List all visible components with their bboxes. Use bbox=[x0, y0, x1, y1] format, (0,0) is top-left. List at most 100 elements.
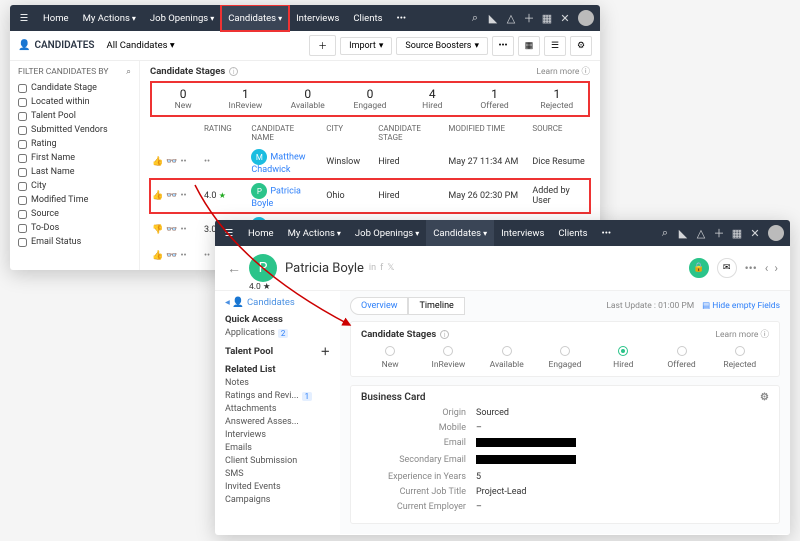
import-button[interactable]: Import ▾ bbox=[340, 37, 392, 55]
add-icon[interactable]: ＋ bbox=[320, 344, 330, 358]
learn-more-link[interactable]: Learn more ⓘ bbox=[536, 65, 590, 77]
plus-icon[interactable]: ＋ bbox=[520, 10, 538, 26]
nav-interviews[interactable]: Interviews bbox=[289, 5, 346, 31]
announce-icon[interactable]: ◣ bbox=[674, 227, 692, 240]
lock-button[interactable]: 🔒 bbox=[689, 258, 709, 278]
filter-option[interactable]: To-Dos bbox=[18, 223, 131, 233]
filter-option[interactable]: Candidate Stage bbox=[18, 83, 131, 93]
nav-clients[interactable]: Clients bbox=[551, 220, 594, 246]
tab-timeline[interactable]: Timeline bbox=[408, 297, 464, 315]
nav-job-openings[interactable]: Job Openings▾ bbox=[348, 220, 426, 246]
related-list-item[interactable]: Campaigns bbox=[225, 495, 330, 505]
tab-overview[interactable]: Overview bbox=[350, 297, 408, 315]
detail-tabs: Overview Timeline Last Update : 01:00 PM… bbox=[350, 297, 780, 315]
grid-view-button[interactable]: ▦ bbox=[518, 36, 540, 56]
nav-job-openings[interactable]: Job Openings▾ bbox=[143, 5, 221, 31]
filter-option[interactable]: Talent Pool bbox=[18, 111, 131, 121]
stage-step[interactable]: InReview bbox=[419, 346, 477, 370]
nav-candidates[interactable]: Candidates▾ bbox=[426, 220, 494, 246]
filter-option[interactable]: Email Status bbox=[18, 237, 131, 247]
related-list-item[interactable]: Client Submission bbox=[225, 456, 330, 466]
stage-pill[interactable]: 1Offered bbox=[463, 87, 525, 111]
hide-empty-toggle[interactable]: ▤ Hide empty Fields bbox=[702, 301, 780, 311]
related-list-item[interactable]: Attachments bbox=[225, 404, 330, 414]
settings-icon[interactable]: ⚙ bbox=[570, 36, 592, 56]
plus-icon[interactable]: ＋ bbox=[710, 225, 728, 241]
related-list-item[interactable]: Emails bbox=[225, 443, 330, 453]
search-icon[interactable]: ⌕ bbox=[126, 67, 131, 77]
info-icon[interactable]: i bbox=[229, 67, 238, 76]
stage-pill[interactable]: 4Hired bbox=[401, 87, 463, 111]
stage-step[interactable]: Offered bbox=[652, 346, 710, 370]
add-button[interactable]: ＋ bbox=[309, 35, 336, 56]
related-list-item[interactable]: Ratings and Revi...1 bbox=[225, 391, 330, 401]
nav-more[interactable]: ••• bbox=[389, 5, 413, 31]
tools-icon[interactable]: ✕ bbox=[746, 227, 764, 240]
nav-home[interactable]: Home bbox=[241, 220, 281, 246]
stage-pill[interactable]: 1InReview bbox=[214, 87, 276, 111]
filter-option[interactable]: Last Name bbox=[18, 167, 131, 177]
user-avatar[interactable] bbox=[578, 10, 594, 26]
announce-icon[interactable]: ◣ bbox=[484, 12, 502, 25]
bell-icon[interactable]: △ bbox=[692, 227, 710, 240]
filter-option[interactable]: First Name bbox=[18, 153, 131, 163]
stage-step[interactable]: Available bbox=[478, 346, 536, 370]
related-list-item[interactable]: Invited Events bbox=[225, 482, 330, 492]
nav-clients[interactable]: Clients bbox=[346, 5, 389, 31]
filter-option[interactable]: Located within bbox=[18, 97, 131, 107]
hamburger-icon[interactable]: ☰ bbox=[221, 228, 237, 239]
source-boosters-button[interactable]: Source Boosters ▾ bbox=[396, 37, 488, 55]
related-list-item[interactable]: Interviews bbox=[225, 430, 330, 440]
table-header: RATING CANDIDATE NAME CITY CANDIDATE STA… bbox=[150, 121, 590, 145]
tools-icon[interactable]: ✕ bbox=[556, 12, 574, 25]
table-row[interactable]: 👍👓••4.0 ★PPatricia BoyleOhioHiredMay 26 … bbox=[150, 179, 590, 213]
detail-sidebar: ◂ 👤 Candidates Quick Access Applications… bbox=[215, 291, 340, 534]
calendar-icon[interactable]: ▦ bbox=[538, 12, 556, 25]
nav-home[interactable]: Home bbox=[36, 5, 76, 31]
filter-option[interactable]: Modified Time bbox=[18, 195, 131, 205]
next-record[interactable]: › bbox=[774, 261, 778, 275]
info-icon[interactable]: i bbox=[440, 330, 449, 339]
stage-step[interactable]: Hired bbox=[594, 346, 652, 370]
bell-icon[interactable]: △ bbox=[502, 12, 520, 25]
nav-my-actions[interactable]: My Actions▾ bbox=[281, 220, 348, 246]
more-actions-button[interactable]: ••• bbox=[492, 36, 514, 56]
list-view-button[interactable]: ☰ bbox=[544, 36, 566, 56]
related-list-item[interactable]: Answered Asses... bbox=[225, 417, 330, 427]
filter-option[interactable]: City bbox=[18, 181, 131, 191]
applications-link[interactable]: Applications2 bbox=[225, 328, 330, 338]
stage-pill[interactable]: 1Rejected bbox=[526, 87, 588, 111]
stage-pill[interactable]: 0New bbox=[152, 87, 214, 111]
nav-interviews[interactable]: Interviews bbox=[494, 220, 551, 246]
nav-candidates[interactable]: Candidates▾ bbox=[221, 5, 289, 31]
stage-pill[interactable]: 0Engaged bbox=[339, 87, 401, 111]
stage-step[interactable]: Engaged bbox=[536, 346, 594, 370]
search-icon[interactable]: ⌕ bbox=[466, 11, 484, 25]
breadcrumb[interactable]: ◂ 👤 Candidates bbox=[225, 297, 330, 308]
business-card-row: Current Job TitleProject-Lead bbox=[361, 487, 769, 497]
filter-option[interactable]: Submitted Vendors bbox=[18, 125, 131, 135]
more-button[interactable]: ••• bbox=[745, 261, 757, 275]
table-row[interactable]: 👍👓••••MMatthew ChadwickWinslowHiredMay 2… bbox=[150, 145, 590, 179]
user-avatar[interactable] bbox=[768, 225, 784, 241]
back-button[interactable]: ← bbox=[227, 260, 241, 277]
calendar-icon[interactable]: ▦ bbox=[728, 227, 746, 240]
social-links[interactable]: inf𝕏 bbox=[369, 263, 395, 273]
stage-step[interactable]: Rejected bbox=[711, 346, 769, 370]
related-list-item[interactable]: Notes bbox=[225, 378, 330, 388]
nav-more[interactable]: ••• bbox=[594, 220, 618, 246]
business-card-heading: Business Card bbox=[361, 392, 425, 403]
mail-button[interactable]: ✉ bbox=[717, 258, 737, 278]
filter-option[interactable]: Rating bbox=[18, 139, 131, 149]
filter-option[interactable]: Source bbox=[18, 209, 131, 219]
stage-pill[interactable]: 0Available bbox=[277, 87, 339, 111]
related-list-item[interactable]: SMS bbox=[225, 469, 330, 479]
view-selector[interactable]: All Candidates ▾ bbox=[107, 40, 175, 51]
card-settings-icon[interactable]: ⚙ bbox=[760, 392, 769, 403]
learn-more-link[interactable]: Learn more ⓘ bbox=[715, 328, 769, 340]
search-icon[interactable]: ⌕ bbox=[656, 226, 674, 240]
hamburger-icon[interactable]: ☰ bbox=[16, 13, 32, 24]
stage-step[interactable]: New bbox=[361, 346, 419, 370]
nav-my-actions[interactable]: My Actions▾ bbox=[76, 5, 143, 31]
prev-record[interactable]: ‹ bbox=[765, 261, 769, 275]
